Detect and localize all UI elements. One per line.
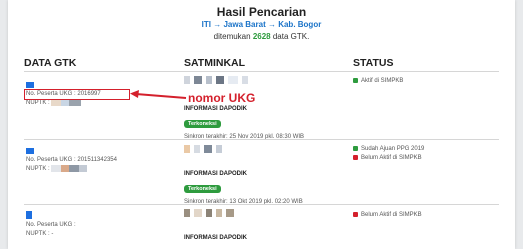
satminkal-cell: INFORMASI DAPODIK Terkoneksi Sinkron ter…: [184, 76, 334, 140]
check-icon: [353, 145, 358, 151]
status-cell: Sudah Ajuan PPG 2019 Belum Aktif di SIMP…: [353, 145, 424, 163]
status-cell: Aktif di SIMPKB: [353, 77, 403, 86]
avatar: [26, 211, 32, 219]
avatar: [26, 148, 34, 154]
check-icon: [353, 77, 358, 83]
satminkal-cell: INFORMASI DAPODIK Terkoneksi Sinkron ter…: [184, 145, 334, 205]
table-row: No. Peserta UKG : NUPTK : -: [26, 211, 76, 239]
nuptk-number: NUPTK : -: [26, 231, 54, 237]
school-name-redacted: [184, 76, 334, 84]
satminkal-cell: INFORMASI DAPODIK: [184, 209, 334, 241]
row-divider: [24, 204, 499, 205]
dapodik-info-label: INFORMASI DAPODIK: [184, 235, 247, 241]
row-divider: [24, 139, 499, 140]
ukg-number: No. Peserta UKG : 201511342354: [26, 157, 117, 163]
ukg-number: No. Peserta UKG :: [26, 222, 76, 228]
cross-icon: [353, 211, 358, 217]
school-name-redacted: [184, 209, 334, 217]
connected-badge: Terkoneksi: [184, 120, 221, 128]
school-name-redacted: [184, 145, 334, 153]
status-item: Sudah Ajuan PPG 2019: [353, 145, 424, 154]
status-cell: Belum Aktif di SIMPKB: [353, 211, 422, 220]
status-item: Belum Aktif di SIMPKB: [353, 211, 422, 220]
cross-icon: [353, 154, 358, 160]
table-row: No. Peserta UKG : 201511342354 NUPTK :: [26, 148, 117, 174]
nuptk-number: NUPTK :: [26, 165, 117, 174]
status-item: Aktif di SIMPKB: [353, 77, 403, 86]
results-card: Hasil Pencarian ITI → Jawa Barat → Kab. …: [8, 0, 515, 249]
connected-badge: Terkoneksi: [184, 185, 221, 193]
status-item: Belum Aktif di SIMPKB: [353, 154, 424, 163]
